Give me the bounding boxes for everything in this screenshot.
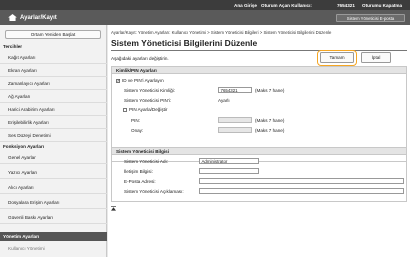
header-bar: Ayarlar/Kayıt Sistem Yöneticisi E-posta (0, 10, 410, 25)
use-id-pin-label: ID ve PIN'i Ayarlayın (122, 78, 164, 83)
scroll-to-top-icon[interactable] (111, 206, 116, 211)
id-pin-heading: Kimlik/PIN Ayarları (112, 67, 406, 74)
sidebar-item-external-interface[interactable]: Harici Arabirim Ayarları (0, 103, 107, 116)
email-label: E-Posta Adresi: (124, 179, 156, 184)
logout-link[interactable]: Oturumu Kapatma (362, 3, 402, 8)
use-id-pin-checkbox[interactable] (116, 78, 121, 84)
sidebar-item-display[interactable]: Ekran Ayarları (0, 64, 107, 77)
admin-name-label: Sistem Yöneticisi Adı: (124, 159, 169, 164)
sidebar-item-volume[interactable]: Ses Düzeyi Denetimi (0, 129, 107, 142)
admin-pin-label: Sistem Yöneticisi PIN'i: (124, 98, 172, 103)
confirm-label: Onay: (131, 128, 144, 133)
sidebar-item-file-access[interactable]: Dosyalara Erişim Ayarları (0, 196, 107, 209)
sidebar-item-receive[interactable]: Alıcı Ayarları (0, 181, 107, 194)
home-link[interactable]: Ana Girişe (234, 3, 257, 8)
admin-name-input[interactable]: Administrator (199, 158, 259, 164)
pin-input[interactable] (218, 117, 252, 123)
cancel-button[interactable]: İptal (361, 52, 391, 63)
contact-input[interactable] (199, 168, 259, 174)
admin-info-section: Sistem Yöneticisi Bilgisi Sistem Yönetic… (111, 147, 407, 202)
admin-pin-status: Ayarlı (218, 98, 230, 103)
pin-change-checkbox[interactable] (123, 108, 127, 112)
pin-change-label: PIN Ayarla/Değiştir (129, 107, 168, 112)
sidebar-item-printer[interactable]: Yazıcı Ayarları (0, 166, 107, 179)
admin-id-hint: (Maks 7 hane) (255, 88, 285, 93)
sidebar-item-accessibility[interactable]: Erişilebilirlik Ayarları (0, 116, 107, 129)
confirm-input[interactable] (218, 127, 252, 133)
settings-home-icon (8, 14, 17, 21)
sidebar-item-network[interactable]: Ağ Ayarları (0, 90, 107, 103)
admin-info-heading: Sistem Yöneticisi Bilgisi (112, 148, 406, 155)
admin-comment-input[interactable] (199, 188, 404, 194)
sidebar-section-management[interactable]: Yönetim Ayarları (0, 232, 107, 241)
admin-comment-label: Sistem Yöneticisi Açıklaması: (124, 189, 184, 194)
pin-hint: (Maks 7 hane) (255, 118, 285, 123)
email-input[interactable] (199, 178, 404, 184)
sidebar: Ortam Yeniden Başlat Tercihler Kağıt Aya… (0, 25, 107, 257)
admin-id-input[interactable]: 7654321 (218, 87, 252, 93)
app-title: Ayarlar/Kayıt (20, 14, 57, 21)
sidebar-section-function: Fonksiyon Ayarları (3, 144, 45, 149)
logged-in-user-id: 7654321 (337, 2, 355, 8)
breadcrumb: Ayarlar/Kayıt: Yönetim Ayarları: Kullanı… (111, 30, 332, 35)
sidebar-item-common[interactable]: Genel Ayarlar (0, 151, 107, 164)
sidebar-item-timer[interactable]: Zamanlayıcı Ayarları (0, 77, 107, 90)
pin-label: PIN: (131, 118, 140, 123)
ok-button[interactable]: Tamam (320, 52, 354, 63)
sidebar-section-preferences: Tercihler (3, 44, 23, 49)
sidebar-item-secure-print[interactable]: Güvenli Baskı Ayarları (0, 211, 107, 224)
instruction-text: Aşağıdaki ayarları değiştirin. (111, 55, 169, 61)
sidebar-item-user-management[interactable]: Kullanıcı Yönetimi (0, 242, 107, 255)
main-content: Ayarlar/Kayıt: Yönetim Ayarları: Kullanı… (108, 25, 410, 257)
contact-label: İletişim Bilgisi: (124, 169, 153, 174)
sidebar-item-paper[interactable]: Kağıt Ayarları (0, 51, 107, 64)
title-divider (111, 50, 407, 51)
page-title: Sistem Yöneticisi Bilgilerini Düzenle (111, 38, 258, 48)
confirm-hint: (Maks 7 hane) (255, 128, 285, 133)
admin-email-button[interactable]: Sistem Yöneticisi E-posta (336, 13, 405, 22)
restart-device-button[interactable]: Ortam Yeniden Başlat (5, 30, 101, 39)
top-bar: Ana Girişe Oturum Açan Kullanıcı: 765432… (0, 0, 410, 10)
admin-id-label: Sistem Yöneticisi Kimliği: (124, 88, 175, 93)
logged-in-user-label: Oturum Açan Kullanıcı: (261, 2, 312, 8)
